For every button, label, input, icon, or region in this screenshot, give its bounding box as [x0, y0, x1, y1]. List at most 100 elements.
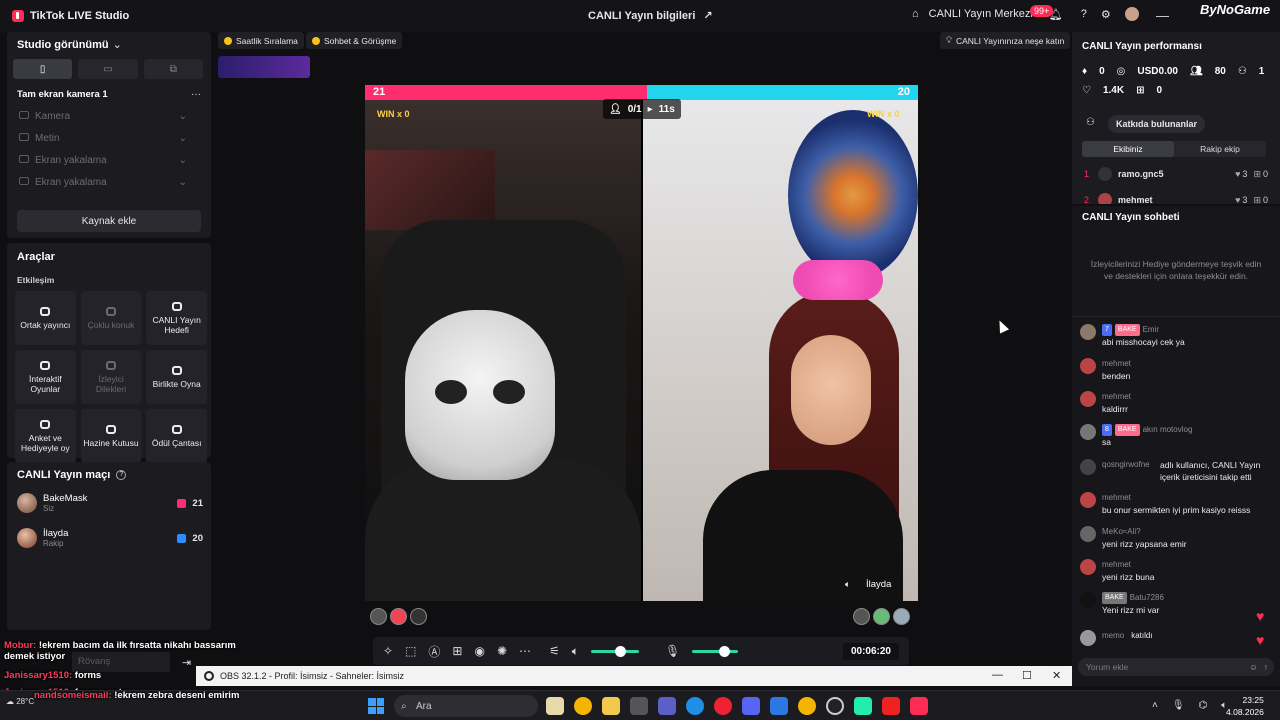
mic-slider[interactable] — [692, 645, 739, 657]
chrome-icon[interactable] — [574, 697, 592, 715]
mic-icon[interactable]: 🎙︎ — [665, 644, 680, 658]
obs-window-bar[interactable]: OBS 32.1.2 - Profil: İsimsiz - Sahneler:… — [196, 666, 1072, 686]
volume-slider[interactable] — [591, 645, 639, 657]
chat-user[interactable]: qosngirwofne — [1102, 459, 1150, 471]
magic-icon[interactable]: ✧ — [383, 644, 393, 658]
close-icon[interactable]: ✕ — [1052, 669, 1061, 682]
chevron-up-icon[interactable]: ˄ — [1152, 700, 1158, 711]
exit-icon[interactable]: ⇥ — [182, 656, 191, 669]
tool-multi-guest[interactable]: Çoklu konuk — [80, 291, 142, 345]
record-icon[interactable]: ◉ — [474, 644, 484, 658]
live-center-link[interactable]: CANLI Yayın Merkezi — [929, 8, 1033, 20]
slider-knob[interactable] — [719, 645, 731, 657]
mic-icon[interactable]: 🎙︎ — [1172, 700, 1185, 711]
more-icon[interactable]: ··· — [191, 89, 201, 100]
chat-user[interactable]: akın motovlog — [1143, 424, 1193, 436]
mail-icon[interactable] — [770, 697, 788, 715]
emoji-icon[interactable]: ☺ — [1249, 662, 1258, 672]
chat-call-chip[interactable]: Sohbet & Görüşme — [306, 32, 403, 49]
source-item[interactable]: Kamera ⌄ — [7, 105, 211, 127]
capture-icon[interactable]: ✺ — [497, 644, 507, 658]
help-icon[interactable]: ? — [116, 470, 127, 480]
folder-icon[interactable] — [602, 697, 620, 715]
add-source-button[interactable]: Kaynak ekle — [17, 210, 201, 232]
chat-user[interactable]: memo — [1102, 630, 1124, 642]
promo-banner[interactable] — [218, 56, 310, 78]
start-icon[interactable] — [368, 698, 384, 714]
chrome-icon[interactable] — [798, 697, 816, 715]
rank-row[interactable]: 2 mehmet ♥ 3 ⊞ 0 — [1084, 192, 1268, 204]
teams-icon[interactable] — [658, 697, 676, 715]
opera-icon[interactable] — [714, 697, 732, 715]
chat-user[interactable]: mehmet — [1102, 358, 1276, 370]
tab-your-team[interactable]: Ekibiniz — [1082, 141, 1174, 157]
volume-icon[interactable]: 🔈︎ — [572, 644, 579, 659]
tool-viewer-wishes[interactable]: İzleyici Dilekleri — [80, 350, 142, 404]
live-info[interactable]: CANLI Yayın bilgileri ↗ — [588, 9, 713, 23]
chat-user[interactable]: MeKo≈Ali? — [1102, 526, 1276, 538]
tool-interactive-games[interactable]: İnteraktif Oyunlar — [15, 350, 76, 404]
minimize-icon[interactable]: — — [992, 669, 1003, 681]
home-icon[interactable]: ⌂ — [912, 8, 919, 20]
screen-icon[interactable]: ⊞ — [452, 644, 462, 658]
tab-rival-team[interactable]: Rakip ekip — [1174, 141, 1266, 157]
effects-icon[interactable]: ⬚ — [405, 644, 416, 658]
taskbar-search[interactable]: ⌕ Ara — [394, 695, 538, 717]
more-icon[interactable]: ⋯ — [519, 644, 531, 658]
tools-title: Araçlar — [17, 251, 55, 263]
joy-tip-chip[interactable]: 💡︎ CANLI Yayınınıza neşe katın — [940, 32, 1071, 49]
top-gifters-right[interactable] — [853, 608, 910, 625]
help-icon[interactable]: ? — [1081, 8, 1087, 20]
add-user-icon[interactable]: ⚇ — [1086, 117, 1095, 128]
tool-co-host[interactable]: Ortak yayıncı — [15, 291, 76, 345]
portrait-layout-button[interactable]: ▯ — [13, 59, 73, 79]
speaker-icon[interactable]: 🔈︎ — [845, 579, 850, 590]
studio-view-header[interactable]: Studio görünümü ⌄ — [17, 38, 122, 52]
edge-icon[interactable] — [686, 697, 704, 715]
top-gifters-left[interactable] — [370, 608, 427, 625]
tiktok-icon[interactable] — [910, 697, 928, 715]
settings-icon[interactable]: ⚙ — [1101, 8, 1111, 21]
send-icon[interactable]: ↑ — [1264, 662, 1268, 672]
mixer-icon[interactable]: ⚟ — [549, 644, 560, 658]
minimize-icon[interactable]: — — [1156, 8, 1169, 23]
source-item[interactable]: Ekran yakalama ⌄ — [7, 149, 211, 171]
chat-input[interactable]: Yorum ekle ☺ ↑ — [1078, 658, 1274, 676]
chat-user[interactable]: mehmet — [1102, 492, 1276, 504]
weather-widget[interactable]: ☁ 28°C — [6, 697, 34, 706]
discord-icon[interactable] — [742, 697, 760, 715]
tool-poll[interactable]: Anket ve Hediyeyle oy — [15, 409, 76, 463]
tool-label: Hazine Kutusu — [83, 437, 139, 448]
dual-layout-button[interactable]: ⧉ — [143, 59, 203, 79]
ai-icon[interactable]: Ⓐ — [428, 643, 440, 660]
chat-user[interactable]: Emir — [1143, 324, 1159, 336]
landscape-layout-button[interactable]: ▭ — [78, 59, 138, 79]
tool-live-goal[interactable]: CANLI Yayın Hedefi — [146, 291, 207, 345]
source-item[interactable]: Ekran yakalama ⌄ — [7, 171, 211, 193]
slider-knob[interactable] — [614, 645, 626, 657]
youtube-icon[interactable] — [882, 697, 900, 715]
network-icon[interactable]: ⌬ — [1199, 700, 1208, 711]
tool-play-together[interactable]: Birlikte Oyna — [146, 350, 207, 404]
clock[interactable]: 23:25 4.08.2026 — [1226, 694, 1264, 718]
chat-user[interactable]: mehmet — [1102, 559, 1276, 571]
hourly-ranking-chip[interactable]: Saatlik Sıralama — [218, 32, 304, 49]
opponent-camera — [643, 100, 918, 601]
source-item[interactable]: Metin ⌄ — [7, 127, 211, 149]
app-icon[interactable] — [854, 697, 872, 715]
rank-row[interactable]: 1 ramo.gnc5 ♥ 3 ⊞ 0 — [1084, 166, 1268, 182]
profile-avatar[interactable] — [1124, 7, 1139, 21]
rematch-input[interactable]: Rövanş — [72, 652, 170, 672]
share-icon[interactable]: ↗ — [703, 9, 712, 22]
scene-name[interactable]: Tam ekran kamera 1 — [17, 89, 108, 100]
tool-reward-bag[interactable]: Ödül Çantası — [146, 409, 207, 463]
contributors-button[interactable]: Katkıda bulunanlar — [1108, 115, 1206, 133]
obs-icon[interactable] — [826, 697, 844, 715]
live-info-title[interactable]: CANLI Yayın bilgileri — [588, 10, 695, 22]
chat-user[interactable]: Batu7286 — [1130, 592, 1164, 604]
chat-user[interactable]: mehmet — [1102, 391, 1276, 403]
app-icon[interactable] — [546, 697, 564, 715]
maximize-icon[interactable]: ☐ — [1022, 669, 1032, 682]
tool-treasure-box[interactable]: Hazine Kutusu — [80, 409, 142, 463]
store-icon[interactable] — [630, 697, 648, 715]
